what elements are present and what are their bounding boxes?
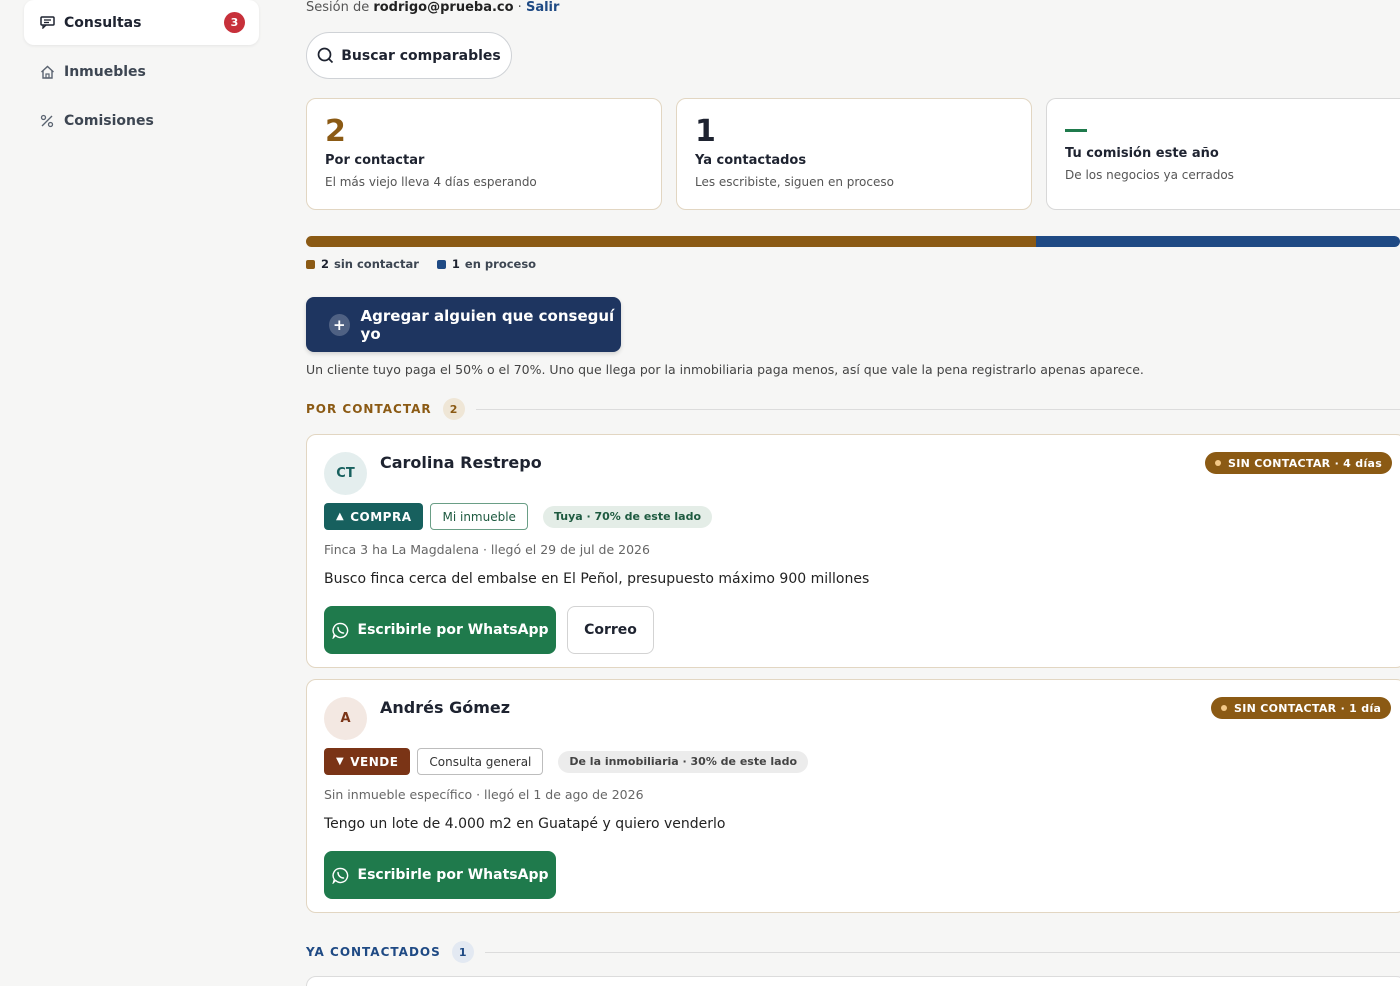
avatar: A	[324, 697, 367, 740]
status-dot-icon	[1215, 460, 1221, 466]
email-button[interactable]: Correo	[567, 606, 654, 654]
avatar: CT	[324, 452, 367, 495]
section-title: POR CONTACTAR	[306, 402, 432, 416]
lead-type-badge: ▼ VENDE	[324, 748, 411, 775]
stat-value: 2	[325, 114, 346, 149]
lead-message: Tengo un lote de 4.000 m2 en Guatapé y q…	[324, 816, 726, 832]
section-divider	[475, 408, 1400, 410]
section-count: 1	[451, 941, 474, 963]
stat-card-pending: 2 Por contactar El más viejo lleva 4 día…	[306, 98, 662, 210]
search-icon	[317, 47, 334, 64]
lead-origin-tag: Consulta general	[417, 748, 544, 775]
percent-icon	[39, 113, 55, 129]
lead-tags: ▼ VENDE Consulta general De la inmobilia…	[324, 748, 809, 775]
stat-value: —	[1065, 129, 1087, 132]
client-name: Carolina Restrepo	[380, 453, 542, 472]
lead-origin-tag: Mi inmueble	[430, 503, 528, 530]
sidebar-item-label: Inmuebles	[64, 63, 146, 80]
section-count: 2	[442, 398, 465, 420]
status-progress-bar	[306, 236, 1400, 247]
legend-item-in-process: 1 en proceso	[436, 257, 536, 271]
client-name: Andrés Gómez	[380, 698, 511, 717]
legend-swatch	[436, 259, 446, 269]
stat-title: Por contactar	[325, 153, 425, 168]
sidebar-item-label: Comisiones	[64, 112, 154, 129]
stat-title: Tu comisión este año	[1065, 146, 1219, 161]
lead-meta: Sin inmueble específico · llegó el 1 de …	[324, 787, 644, 802]
section-title: YA CONTACTADOS	[306, 945, 441, 959]
main-content: Sesión de rodrigo@prueba.co · Salir Busc…	[306, 0, 1400, 986]
whatsapp-icon	[331, 622, 348, 639]
legend-swatch	[306, 259, 315, 269]
status-badge: SIN CONTACTAR · 4 días	[1205, 452, 1393, 474]
stat-title: Ya contactados	[695, 153, 807, 168]
section-header-pending: POR CONTACTAR 2	[306, 398, 1400, 420]
whatsapp-button[interactable]: Escribirle por WhatsApp	[324, 606, 556, 654]
stat-subtitle: El más viejo lleva 4 días esperando	[325, 175, 537, 189]
stat-subtitle: Les escribiste, siguen en proceso	[695, 175, 894, 189]
status-badge: SIN CONTACTAR · 1 día	[1211, 697, 1392, 719]
session-email: rodrigo@prueba.co	[373, 0, 514, 15]
stat-card-commission: — Tu comisión este año De los negocios y…	[1046, 98, 1400, 210]
commission-hint: Un cliente tuyo paga el 50% o el 70%. Un…	[306, 362, 1144, 377]
commission-share-tag: De la inmobiliaria · 30% de este lado	[558, 750, 809, 773]
whatsapp-button[interactable]: Escribirle por WhatsApp	[324, 851, 556, 899]
search-comparables-button[interactable]: Buscar comparables	[306, 32, 512, 79]
progress-segment-in-process	[1035, 236, 1400, 247]
sidebar-item-inmuebles[interactable]: Inmuebles	[24, 49, 259, 94]
sidebar-item-consultas[interactable]: Consultas 3	[24, 0, 259, 45]
lead-card	[306, 976, 1400, 986]
plus-icon: +	[329, 313, 350, 336]
lead-card: A Andrés Gómez SIN CONTACTAR · 1 día ▼ V…	[306, 679, 1400, 913]
sidebar-item-comisiones[interactable]: Comisiones	[24, 98, 259, 143]
session-info: Sesión de rodrigo@prueba.co · Salir	[306, 0, 560, 15]
progress-segment-pending	[306, 236, 1036, 247]
triangle-up-icon: ▲	[336, 511, 345, 522]
stat-value: 1	[695, 114, 716, 149]
triangle-down-icon: ▼	[336, 756, 345, 767]
lead-type-badge: ▲ COMPRA	[324, 503, 424, 530]
legend-item-pending: 2 sin contactar	[306, 257, 419, 271]
chat-icon	[39, 15, 55, 31]
section-divider	[484, 951, 1400, 953]
home-icon	[39, 64, 55, 80]
sidebar: Consultas 3 Inmuebles Comisiones	[0, 0, 282, 986]
add-own-client-button[interactable]: + Agregar alguien que conseguí yo	[306, 297, 621, 352]
sidebar-item-label: Consultas	[64, 14, 142, 31]
section-header-contacted: YA CONTACTADOS 1	[306, 941, 1400, 963]
status-dot-icon	[1221, 705, 1227, 711]
stat-card-contacted: 1 Ya contactados Les escribiste, siguen …	[676, 98, 1032, 210]
lead-meta: Finca 3 ha La Magdalena · llegó el 29 de…	[324, 542, 650, 557]
lead-tags: ▲ COMPRA Mi inmueble Tuya · 70% de este …	[324, 503, 712, 530]
logout-link[interactable]: Salir	[526, 0, 559, 15]
lead-message: Busco finca cerca del embalse en El Peño…	[324, 571, 870, 587]
whatsapp-icon	[331, 867, 348, 884]
stat-subtitle: De los negocios ya cerrados	[1065, 168, 1234, 182]
lead-card: CT Carolina Restrepo SIN CONTACTAR · 4 d…	[306, 434, 1400, 668]
unread-badge: 3	[224, 12, 245, 33]
commission-share-tag: Tuya · 70% de este lado	[542, 505, 712, 528]
progress-legend: 2 sin contactar 1 en proceso	[306, 257, 554, 271]
